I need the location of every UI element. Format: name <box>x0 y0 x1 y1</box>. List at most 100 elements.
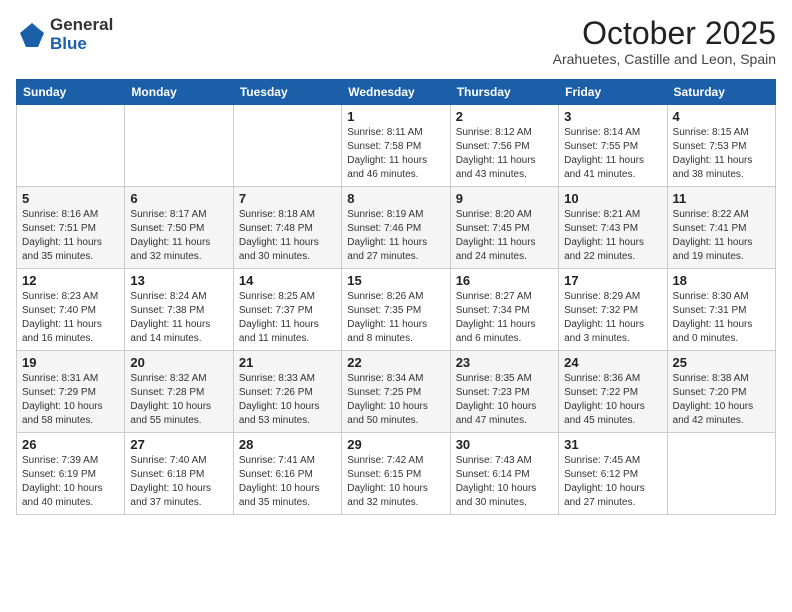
calendar-cell: 21Sunrise: 8:33 AM Sunset: 7:26 PM Dayli… <box>233 351 341 433</box>
day-info: Sunrise: 7:39 AM Sunset: 6:19 PM Dayligh… <box>22 454 119 510</box>
day-info: Sunrise: 8:17 AM Sunset: 7:50 PM Dayligh… <box>130 208 227 264</box>
calendar-cell: 31 Sunrise: 7:45 AM Sunset: 6:12 PM Dayli… <box>559 433 667 515</box>
calendar-cell: 22 Sunrise: 8:34 AM Sunset: 7:25 PM Dayli… <box>342 351 450 433</box>
day-number: 2 <box>456 109 553 124</box>
calendar-cell: 13 Sunrise: 8:24 AM Sunset: 7:38 PM Dayli… <box>125 269 233 351</box>
calendar-cell: 1Sunrise: 8:11 AM Sunset: 7:58 PM Daylig… <box>342 105 450 187</box>
month-title: October 2025 <box>553 16 776 51</box>
day-info: Sunrise: 8:32 AM Sunset: 7:28 PM Dayligh… <box>130 372 227 428</box>
day-number: 10 <box>564 191 661 206</box>
day-info: Sunrise: 8:19 AM Sunset: 7:46 PM Dayligh… <box>347 208 444 264</box>
logo: General Blue <box>16 16 113 53</box>
day-number: 27 <box>130 437 227 452</box>
calendar-cell: 24Sunrise: 8:36 AM Sunset: 7:22 PM Dayli… <box>559 351 667 433</box>
calendar-cell: 14Sunrise: 8:25 AM Sunset: 7:37 PM Dayli… <box>233 269 341 351</box>
day-number: 5 <box>22 191 119 206</box>
calendar-cell: 5Sunrise: 8:16 AM Sunset: 7:51 PM Daylig… <box>17 187 125 269</box>
day-number: 6 <box>130 191 227 206</box>
day-info: Sunrise: 8:24 AM Sunset: 7:38 PM Dayligh… <box>130 290 227 346</box>
day-number: 3 <box>564 109 661 124</box>
day-number: 20 <box>130 355 227 370</box>
day-number: 19 <box>22 355 119 370</box>
day-info: Sunrise: 7:43 AM Sunset: 6:14 PM Dayligh… <box>456 454 553 510</box>
day-info: Sunrise: 7:40 AM Sunset: 6:18 PM Dayligh… <box>130 454 227 510</box>
day-info: Sunrise: 8:14 AM Sunset: 7:55 PM Dayligh… <box>564 126 661 182</box>
day-number: 16 <box>456 273 553 288</box>
calendar-cell: 12 Sunrise: 8:23 AM Sunset: 7:40 PM Dayli… <box>17 269 125 351</box>
day-number: 8 <box>347 191 444 206</box>
day-info: Sunrise: 8:31 AM Sunset: 7:29 PM Dayligh… <box>22 372 119 428</box>
day-info: Sunrise: 8:23 AM Sunset: 7:40 PM Dayligh… <box>22 290 119 346</box>
weekday-header-friday: Friday <box>559 80 667 105</box>
calendar-week-1: 1Sunrise: 8:11 AM Sunset: 7:58 PM Daylig… <box>17 105 776 187</box>
calendar-cell: 20 Sunrise: 8:32 AM Sunset: 7:28 PM Dayli… <box>125 351 233 433</box>
calendar-cell: 6 Sunrise: 8:17 AM Sunset: 7:50 PM Daylig… <box>125 187 233 269</box>
day-number: 15 <box>347 273 444 288</box>
weekday-header-thursday: Thursday <box>450 80 558 105</box>
day-info: Sunrise: 8:12 AM Sunset: 7:56 PM Dayligh… <box>456 126 553 182</box>
calendar-cell: 27 Sunrise: 7:40 AM Sunset: 6:18 PM Dayli… <box>125 433 233 515</box>
location-text: Arahuetes, Castille and Leon, Spain <box>553 51 776 67</box>
day-number: 23 <box>456 355 553 370</box>
day-number: 17 <box>564 273 661 288</box>
calendar-week-2: 5Sunrise: 8:16 AM Sunset: 7:51 PM Daylig… <box>17 187 776 269</box>
calendar-week-4: 19 Sunrise: 8:31 AM Sunset: 7:29 PM Dayli… <box>17 351 776 433</box>
day-info: Sunrise: 8:38 AM Sunset: 7:20 PM Dayligh… <box>673 372 770 428</box>
calendar-cell: 7Sunrise: 8:18 AM Sunset: 7:48 PM Daylig… <box>233 187 341 269</box>
day-info: Sunrise: 7:45 AM Sunset: 6:12 PM Dayligh… <box>564 454 661 510</box>
day-number: 24 <box>564 355 661 370</box>
calendar-cell: 26 Sunrise: 7:39 AM Sunset: 6:19 PM Dayli… <box>17 433 125 515</box>
calendar-cell: 30 Sunrise: 7:43 AM Sunset: 6:14 PM Dayli… <box>450 433 558 515</box>
calendar-cell: 23 Sunrise: 8:35 AM Sunset: 7:23 PM Dayli… <box>450 351 558 433</box>
calendar-cell: 25 Sunrise: 8:38 AM Sunset: 7:20 PM Dayli… <box>667 351 775 433</box>
weekday-header-tuesday: Tuesday <box>233 80 341 105</box>
day-number: 25 <box>673 355 770 370</box>
day-number: 28 <box>239 437 336 452</box>
calendar-header-row: SundayMondayTuesdayWednesdayThursdayFrid… <box>17 80 776 105</box>
day-number: 13 <box>130 273 227 288</box>
calendar-week-5: 26 Sunrise: 7:39 AM Sunset: 6:19 PM Dayli… <box>17 433 776 515</box>
calendar-cell: 16Sunrise: 8:27 AM Sunset: 7:34 PM Dayli… <box>450 269 558 351</box>
day-info: Sunrise: 7:41 AM Sunset: 6:16 PM Dayligh… <box>239 454 336 510</box>
day-info: Sunrise: 8:25 AM Sunset: 7:37 PM Dayligh… <box>239 290 336 346</box>
calendar-cell <box>17 105 125 187</box>
calendar-cell <box>125 105 233 187</box>
logo-icon <box>16 19 48 51</box>
day-info: Sunrise: 8:26 AM Sunset: 7:35 PM Dayligh… <box>347 290 444 346</box>
calendar-cell: 3 Sunrise: 8:14 AM Sunset: 7:55 PM Daylig… <box>559 105 667 187</box>
day-number: 22 <box>347 355 444 370</box>
weekday-header-saturday: Saturday <box>667 80 775 105</box>
calendar-cell <box>233 105 341 187</box>
day-number: 30 <box>456 437 553 452</box>
day-number: 9 <box>456 191 553 206</box>
calendar-cell: 29Sunrise: 7:42 AM Sunset: 6:15 PM Dayli… <box>342 433 450 515</box>
calendar-cell: 17 Sunrise: 8:29 AM Sunset: 7:32 PM Dayli… <box>559 269 667 351</box>
day-number: 26 <box>22 437 119 452</box>
day-info: Sunrise: 8:29 AM Sunset: 7:32 PM Dayligh… <box>564 290 661 346</box>
page-header: General Blue October 2025 Arahuetes, Cas… <box>16 16 776 67</box>
calendar-cell: 28 Sunrise: 7:41 AM Sunset: 6:16 PM Dayli… <box>233 433 341 515</box>
day-info: Sunrise: 8:20 AM Sunset: 7:45 PM Dayligh… <box>456 208 553 264</box>
day-number: 7 <box>239 191 336 206</box>
day-info: Sunrise: 8:30 AM Sunset: 7:31 PM Dayligh… <box>673 290 770 346</box>
day-info: Sunrise: 8:33 AM Sunset: 7:26 PM Dayligh… <box>239 372 336 428</box>
weekday-header-sunday: Sunday <box>17 80 125 105</box>
day-number: 12 <box>22 273 119 288</box>
day-number: 31 <box>564 437 661 452</box>
day-number: 18 <box>673 273 770 288</box>
calendar-cell: 2 Sunrise: 8:12 AM Sunset: 7:56 PM Daylig… <box>450 105 558 187</box>
calendar-cell: 8 Sunrise: 8:19 AM Sunset: 7:46 PM Daylig… <box>342 187 450 269</box>
calendar-cell: 10Sunrise: 8:21 AM Sunset: 7:43 PM Dayli… <box>559 187 667 269</box>
day-number: 11 <box>673 191 770 206</box>
day-info: Sunrise: 8:15 AM Sunset: 7:53 PM Dayligh… <box>673 126 770 182</box>
calendar-cell <box>667 433 775 515</box>
calendar-table: SundayMondayTuesdayWednesdayThursdayFrid… <box>16 79 776 515</box>
logo-general-text: General <box>50 16 113 35</box>
calendar-cell: 15 Sunrise: 8:26 AM Sunset: 7:35 PM Dayli… <box>342 269 450 351</box>
weekday-header-wednesday: Wednesday <box>342 80 450 105</box>
day-info: Sunrise: 8:35 AM Sunset: 7:23 PM Dayligh… <box>456 372 553 428</box>
weekday-header-monday: Monday <box>125 80 233 105</box>
day-info: Sunrise: 8:34 AM Sunset: 7:25 PM Dayligh… <box>347 372 444 428</box>
day-info: Sunrise: 8:22 AM Sunset: 7:41 PM Dayligh… <box>673 208 770 264</box>
calendar-cell: 9 Sunrise: 8:20 AM Sunset: 7:45 PM Daylig… <box>450 187 558 269</box>
